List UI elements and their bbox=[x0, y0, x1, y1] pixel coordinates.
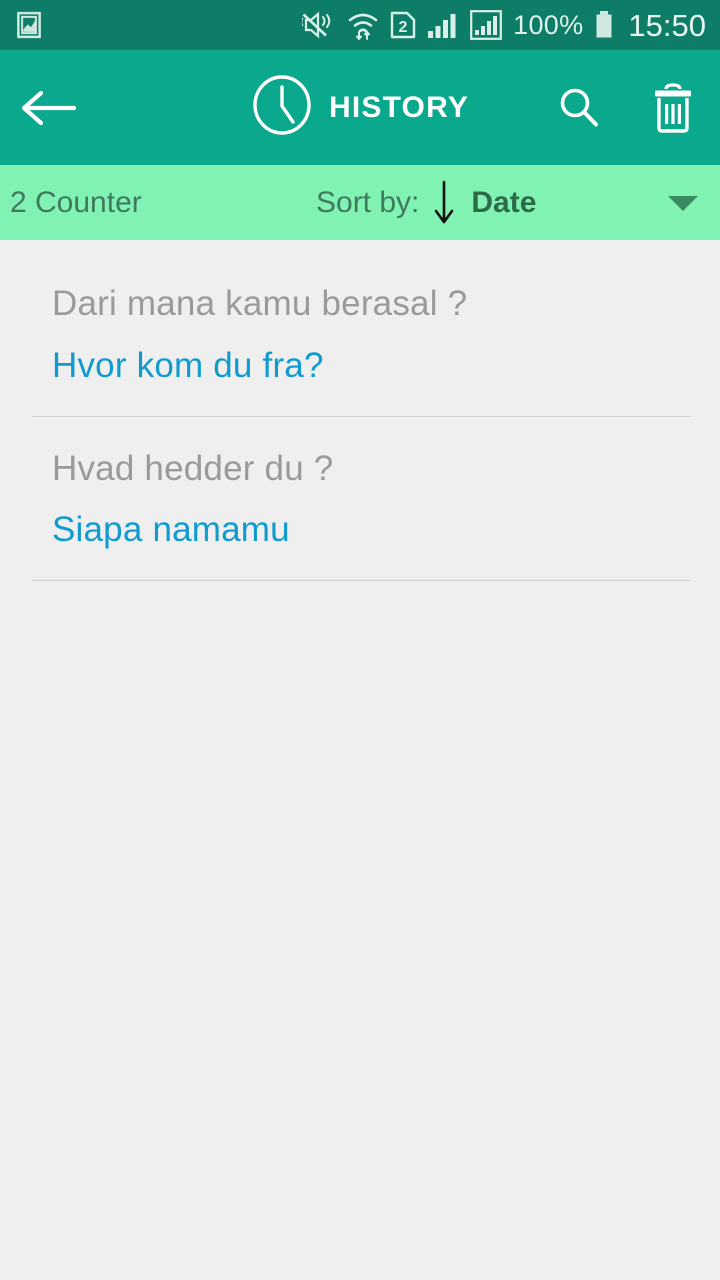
list-item[interactable]: Hvad hedder du ? Siapa namamu bbox=[0, 417, 720, 553]
mobile-data-icon bbox=[470, 10, 503, 40]
sound-mute-vibrate-icon bbox=[302, 10, 336, 40]
sim-2-icon: 2 bbox=[390, 10, 416, 40]
history-list: Dari mana kamu berasal ? Hvor kom du fra… bbox=[0, 240, 720, 581]
battery-icon bbox=[594, 10, 614, 40]
sort-direction-down-icon[interactable] bbox=[431, 180, 457, 226]
clock-icon bbox=[251, 74, 313, 141]
app-bar: HISTORY bbox=[0, 50, 720, 165]
sort-bar: 2 Counter Sort by: Date bbox=[0, 165, 720, 240]
back-arrow-icon bbox=[21, 90, 77, 125]
counter-label: 2 Counter bbox=[10, 185, 142, 219]
battery-percent-label: 100% bbox=[513, 9, 584, 40]
status-bar: 2 100% 15:50 bbox=[0, 0, 720, 50]
history-source-text: Dari mana kamu berasal ? bbox=[52, 284, 468, 323]
app-bar-actions bbox=[532, 50, 720, 165]
status-bar-clock: 15:50 bbox=[628, 7, 706, 43]
list-item[interactable]: Dari mana kamu berasal ? Hvor kom du fra… bbox=[0, 252, 720, 388]
back-button[interactable] bbox=[0, 50, 96, 165]
delete-all-button[interactable] bbox=[626, 50, 720, 165]
search-button[interactable] bbox=[532, 50, 626, 165]
sort-value-label: Date bbox=[471, 185, 537, 219]
svg-text:2: 2 bbox=[399, 19, 408, 36]
status-bar-right: 2 100% 15:50 bbox=[302, 10, 706, 41]
screenshot-icon bbox=[14, 10, 44, 40]
history-target-text: Siapa namamu bbox=[52, 510, 290, 550]
sort-control[interactable]: Sort by: Date bbox=[316, 180, 536, 226]
status-bar-left bbox=[14, 10, 44, 40]
page-title: HISTORY bbox=[328, 90, 470, 124]
signal-bars-icon bbox=[427, 10, 459, 40]
search-icon bbox=[560, 88, 598, 126]
wifi-icon bbox=[347, 10, 379, 40]
history-source-text: Hvad hedder du ? bbox=[52, 448, 334, 488]
history-target-text: Hvor kom du fra? bbox=[52, 345, 324, 385]
trash-icon bbox=[655, 82, 691, 133]
list-divider bbox=[32, 580, 690, 581]
chevron-down-icon[interactable] bbox=[666, 191, 700, 215]
sort-by-label: Sort by: bbox=[316, 185, 420, 219]
